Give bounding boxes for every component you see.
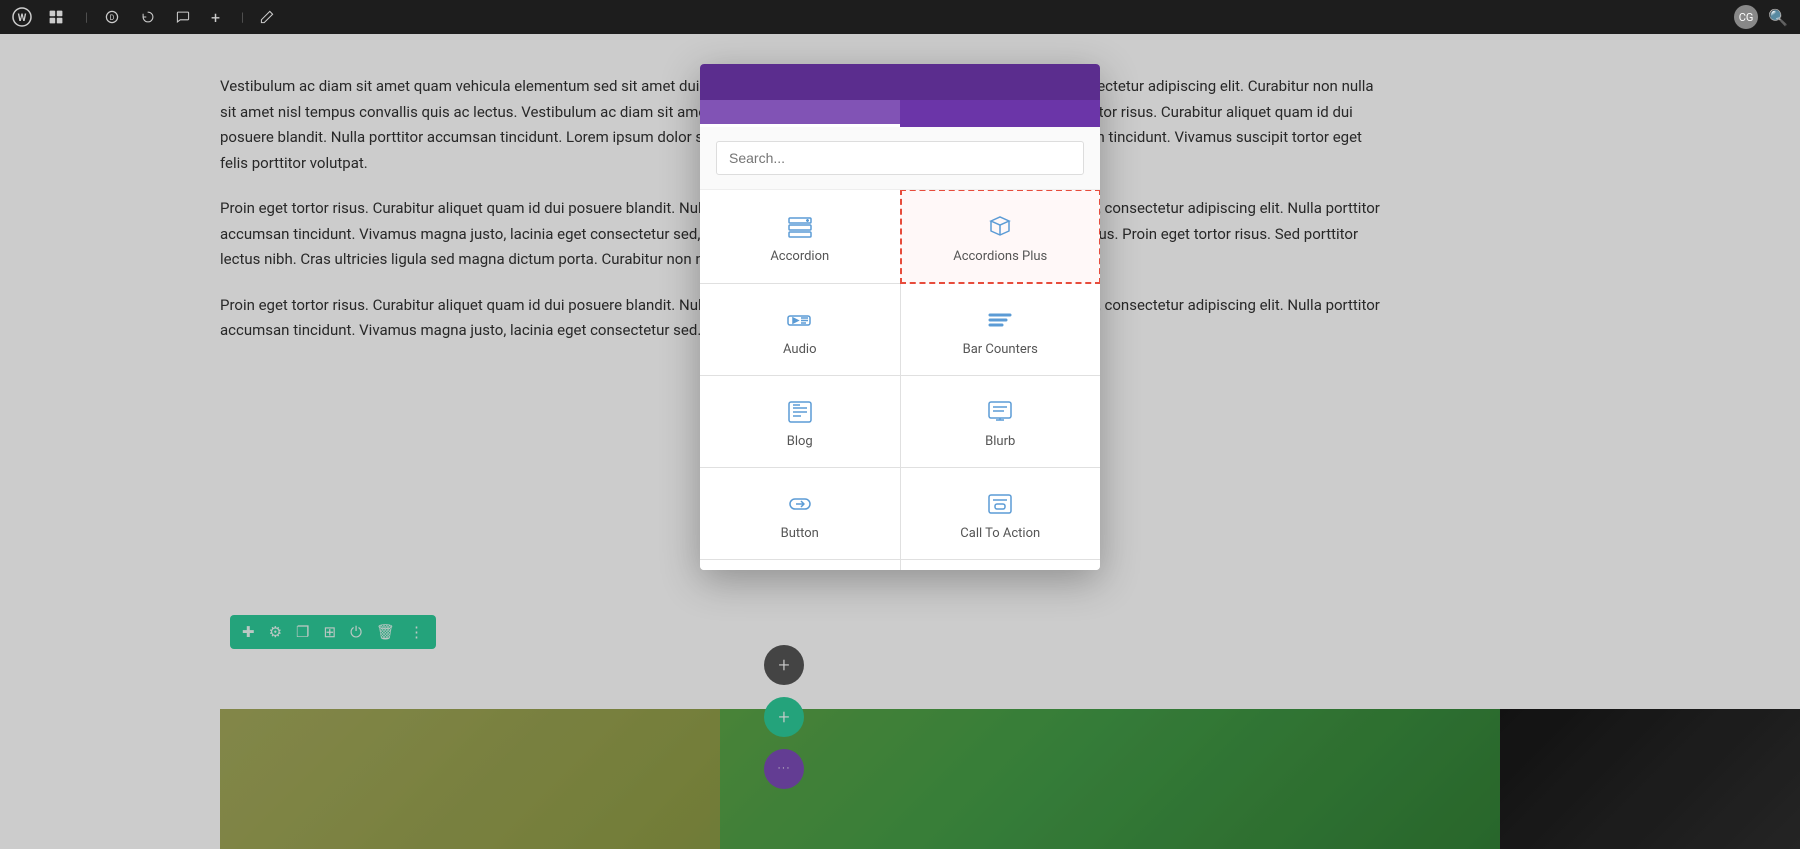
button-label: Button <box>781 526 819 541</box>
module-grid: Accordion Accordions Plus Audio <box>700 190 1100 570</box>
module-item-button[interactable]: Button <box>700 468 900 559</box>
insert-module-modal: Accordion Accordions Plus Audio <box>700 64 1100 570</box>
modal-search-area <box>700 127 1100 190</box>
accordions-plus-label: Accordions Plus <box>953 249 1047 264</box>
audio-label: Audio <box>783 342 816 357</box>
blog-label: Blog <box>787 434 813 449</box>
wp-logo-button[interactable]: W <box>12 7 32 27</box>
search-icon-button[interactable]: 🔍 <box>1768 8 1788 27</box>
module-item-accordion[interactable]: Accordion <box>700 190 900 283</box>
modal-tabs <box>700 100 1100 127</box>
blog-icon <box>786 398 814 426</box>
edit-page-button[interactable] <box>260 10 279 24</box>
module-item-accordions-plus[interactable]: Accordions Plus <box>900 190 1101 284</box>
button-icon <box>786 490 814 518</box>
tab-add-from-library[interactable] <box>900 100 1100 127</box>
admin-bar-right: CG 🔍 <box>1724 5 1788 29</box>
divider-2: | <box>241 10 244 24</box>
module-item-bar-counters[interactable]: Bar Counters <box>901 284 1101 375</box>
tab-new-module[interactable] <box>700 100 900 127</box>
my-sites-button[interactable] <box>48 9 69 25</box>
bar-counters-icon <box>986 306 1014 334</box>
call-to-action-label: Call To Action <box>960 526 1040 541</box>
module-search-input[interactable] <box>716 141 1084 175</box>
accordions-plus-icon <box>986 213 1014 241</box>
module-item-blurb[interactable]: Blurb <box>901 376 1101 467</box>
module-item-circle-counter[interactable]: 75% Circle Counter <box>700 560 900 570</box>
module-item-blog[interactable]: Blog <box>700 376 900 467</box>
blurb-icon <box>986 398 1014 426</box>
svg-text:D: D <box>110 13 115 22</box>
call-to-action-icon <box>986 490 1014 518</box>
divi-button[interactable]: D <box>104 9 125 25</box>
divider-1: | <box>85 10 88 24</box>
bar-counters-label: Bar Counters <box>963 342 1038 357</box>
module-item-audio[interactable]: Audio <box>700 284 900 375</box>
revisions-button[interactable] <box>141 10 160 24</box>
admin-bar: W | D <box>0 0 1800 34</box>
accordion-label: Accordion <box>770 249 829 264</box>
module-item-call-to-action[interactable]: Call To Action <box>901 468 1101 559</box>
new-button[interactable]: + <box>211 8 225 27</box>
comments-button[interactable] <box>176 10 195 24</box>
modal-header <box>700 64 1100 100</box>
admin-bar-left: W | D <box>12 7 1708 27</box>
audio-icon <box>786 306 814 334</box>
blurb-label: Blurb <box>985 434 1015 449</box>
accordion-icon <box>786 213 814 241</box>
module-item-code[interactable]: Code <box>901 560 1101 570</box>
user-avatar[interactable]: CG <box>1734 5 1758 29</box>
svg-text:W: W <box>18 13 27 24</box>
